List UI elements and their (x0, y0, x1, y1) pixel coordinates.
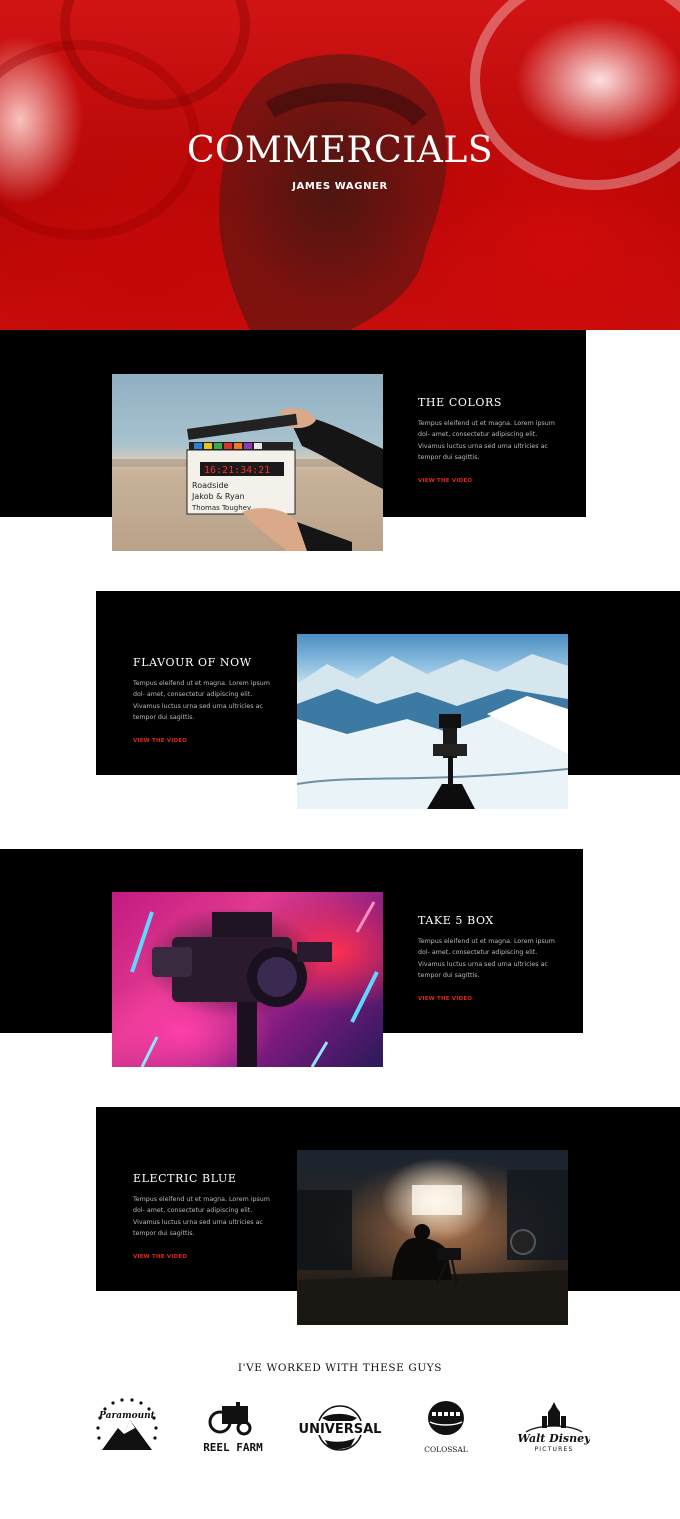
project-image-mountains[interactable] (297, 634, 568, 809)
svg-text:UNIVERSAL: UNIVERSAL (299, 1422, 382, 1437)
neon-camera-illustration (130, 901, 379, 1067)
project-title: FLAVOUR OF NOW (133, 656, 252, 669)
project-title: THE COLORS (418, 396, 503, 409)
colossal-logo: COLOSSAL (420, 1398, 472, 1458)
hero-banner: COMMERCIALS JAMES WAGNER (0, 0, 680, 330)
project-image-clapperboard[interactable]: 16:21:34:21 Roadside Jakob & Ryan Thomas… (112, 374, 383, 551)
project-description: Tempus eleifend ut et magna. Lorem ipsum… (133, 680, 270, 722)
page-subtitle: JAMES WAGNER (292, 181, 388, 192)
clapper-timecode: 16:21:34:21 (204, 465, 270, 476)
project-description: Tempus eleifend ut et magna. Lorem ipsum… (418, 938, 555, 980)
view-video-link[interactable]: VIEW THE VIDEO (418, 996, 472, 1002)
project-description: Tempus eleifend ut et magna. Lorem ipsum… (418, 420, 555, 462)
project-title: ELECTRIC BLUE (133, 1172, 237, 1185)
svg-text:REEL FARM: REEL FARM (203, 1441, 263, 1454)
clapper-director: Jakob & Ryan (191, 492, 245, 501)
project-description: Tempus eleifend ut et magna. Lorem ipsum… (133, 1196, 270, 1238)
mountain-camera-illustration (297, 654, 568, 809)
page-title: COMMERCIALS (187, 130, 493, 171)
reel-farm-logo: REEL FARM (200, 1398, 266, 1458)
paramount-logo: Paramount (94, 1398, 160, 1458)
svg-text:PICTURES: PICTURES (534, 1446, 573, 1453)
clapperboard-illustration: 16:21:34:21 Roadside Jakob & Ryan Thomas… (112, 407, 383, 551)
view-video-link[interactable]: VIEW THE VIDEO (133, 1254, 187, 1260)
clapper-camera: Thomas Toughey (191, 504, 251, 512)
project-image-film-set[interactable] (297, 1150, 568, 1325)
project-image-neon-camera[interactable] (112, 892, 383, 1067)
walt-disney-logo: Walt Disney PICTURES (518, 1398, 592, 1458)
svg-text:Walt Disney: Walt Disney (518, 1432, 590, 1445)
universal-logo: UNIVERSAL (295, 1398, 385, 1458)
clients-heading: I'VE WORKED WITH THESE GUYS (237, 1362, 443, 1374)
view-video-link[interactable]: VIEW THE VIDEO (133, 738, 187, 744)
clapper-scene: Roadside (192, 481, 229, 490)
film-set-illustration (297, 1170, 568, 1325)
view-video-link[interactable]: VIEW THE VIDEO (418, 478, 472, 484)
svg-text:Paramount: Paramount (98, 1411, 156, 1421)
svg-text:COLOSSAL: COLOSSAL (424, 1445, 468, 1454)
project-title: TAKE 5 BOX (418, 914, 494, 927)
